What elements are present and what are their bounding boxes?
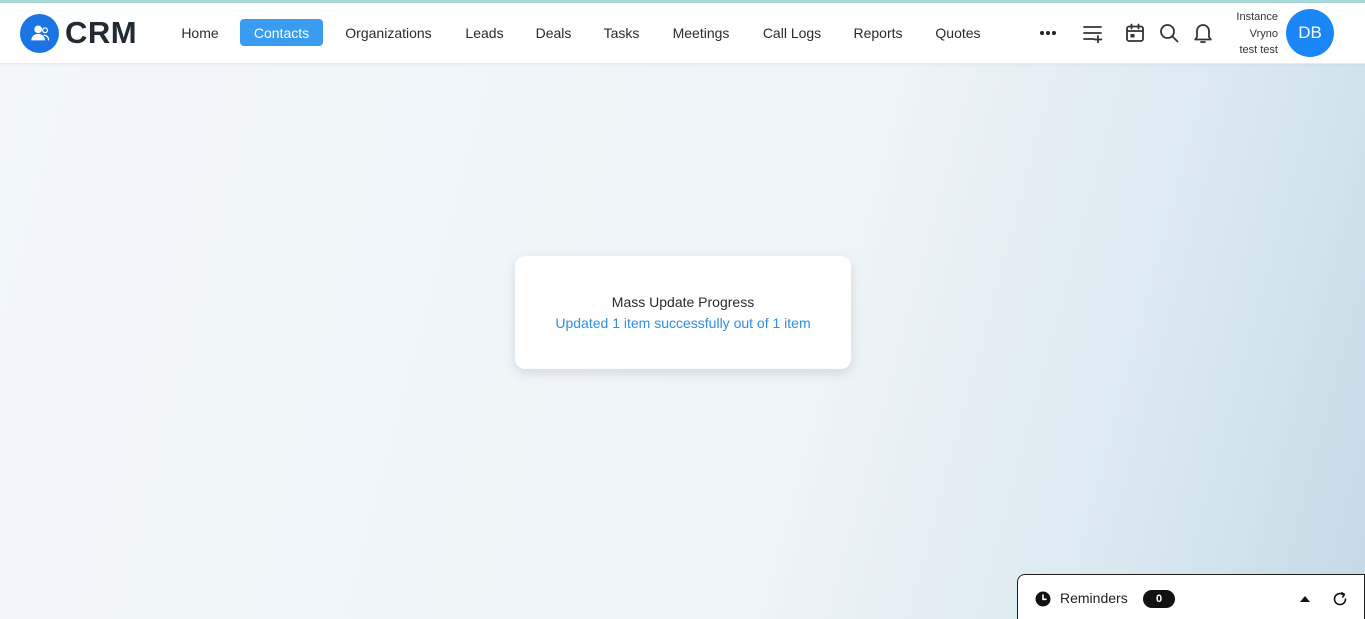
app-logo[interactable]: CRM	[20, 13, 137, 53]
calendar-icon[interactable]	[1122, 20, 1148, 46]
user-info[interactable]: Instance Vryno test test	[1222, 9, 1278, 59]
nav-call-logs[interactable]: Call Logs	[754, 19, 830, 46]
clock-icon	[1035, 591, 1051, 607]
nav-home[interactable]: Home	[171, 19, 229, 46]
nav-tasks[interactable]: Tasks	[594, 19, 649, 46]
user-name: test test	[1239, 44, 1278, 56]
logo-text: CRM	[65, 15, 138, 50]
reminders-label: Reminders	[1060, 590, 1128, 606]
reminders-panel[interactable]: Reminders 0	[1017, 574, 1365, 619]
nav-quotes[interactable]: Quotes	[926, 19, 990, 46]
reminders-count-badge: 0	[1143, 590, 1175, 608]
nav-reports[interactable]: Reports	[845, 19, 911, 46]
nav-leads[interactable]: Leads	[456, 19, 513, 46]
search-icon[interactable]	[1156, 20, 1182, 46]
nav-contacts[interactable]: Contacts	[240, 19, 323, 46]
refresh-icon[interactable]	[1331, 590, 1349, 608]
user-instance-label: Instance	[1236, 11, 1278, 23]
expand-up-icon[interactable]	[1298, 592, 1312, 606]
user-org-name: Vryno	[1249, 27, 1278, 40]
nav-organizations[interactable]: Organizations	[335, 19, 442, 46]
avatar[interactable]: DB	[1286, 9, 1334, 57]
contact-logo-icon	[20, 13, 59, 53]
bell-icon[interactable]	[1190, 20, 1216, 46]
nav-deals[interactable]: Deals	[526, 19, 581, 46]
dialog-title: Mass Update Progress	[611, 294, 755, 310]
add-list-icon[interactable]	[1080, 20, 1106, 46]
top-navigation-bar: CRM Home Contacts Organizations Leads De…	[0, 3, 1365, 64]
nav-meetings[interactable]: Meetings	[663, 19, 739, 46]
mass-update-progress-dialog: Mass Update Progress Updated 1 item succ…	[515, 256, 851, 369]
more-dots-icon[interactable]	[1035, 20, 1061, 46]
dialog-success-message: Updated 1 item successfully out of 1 ite…	[555, 315, 811, 331]
